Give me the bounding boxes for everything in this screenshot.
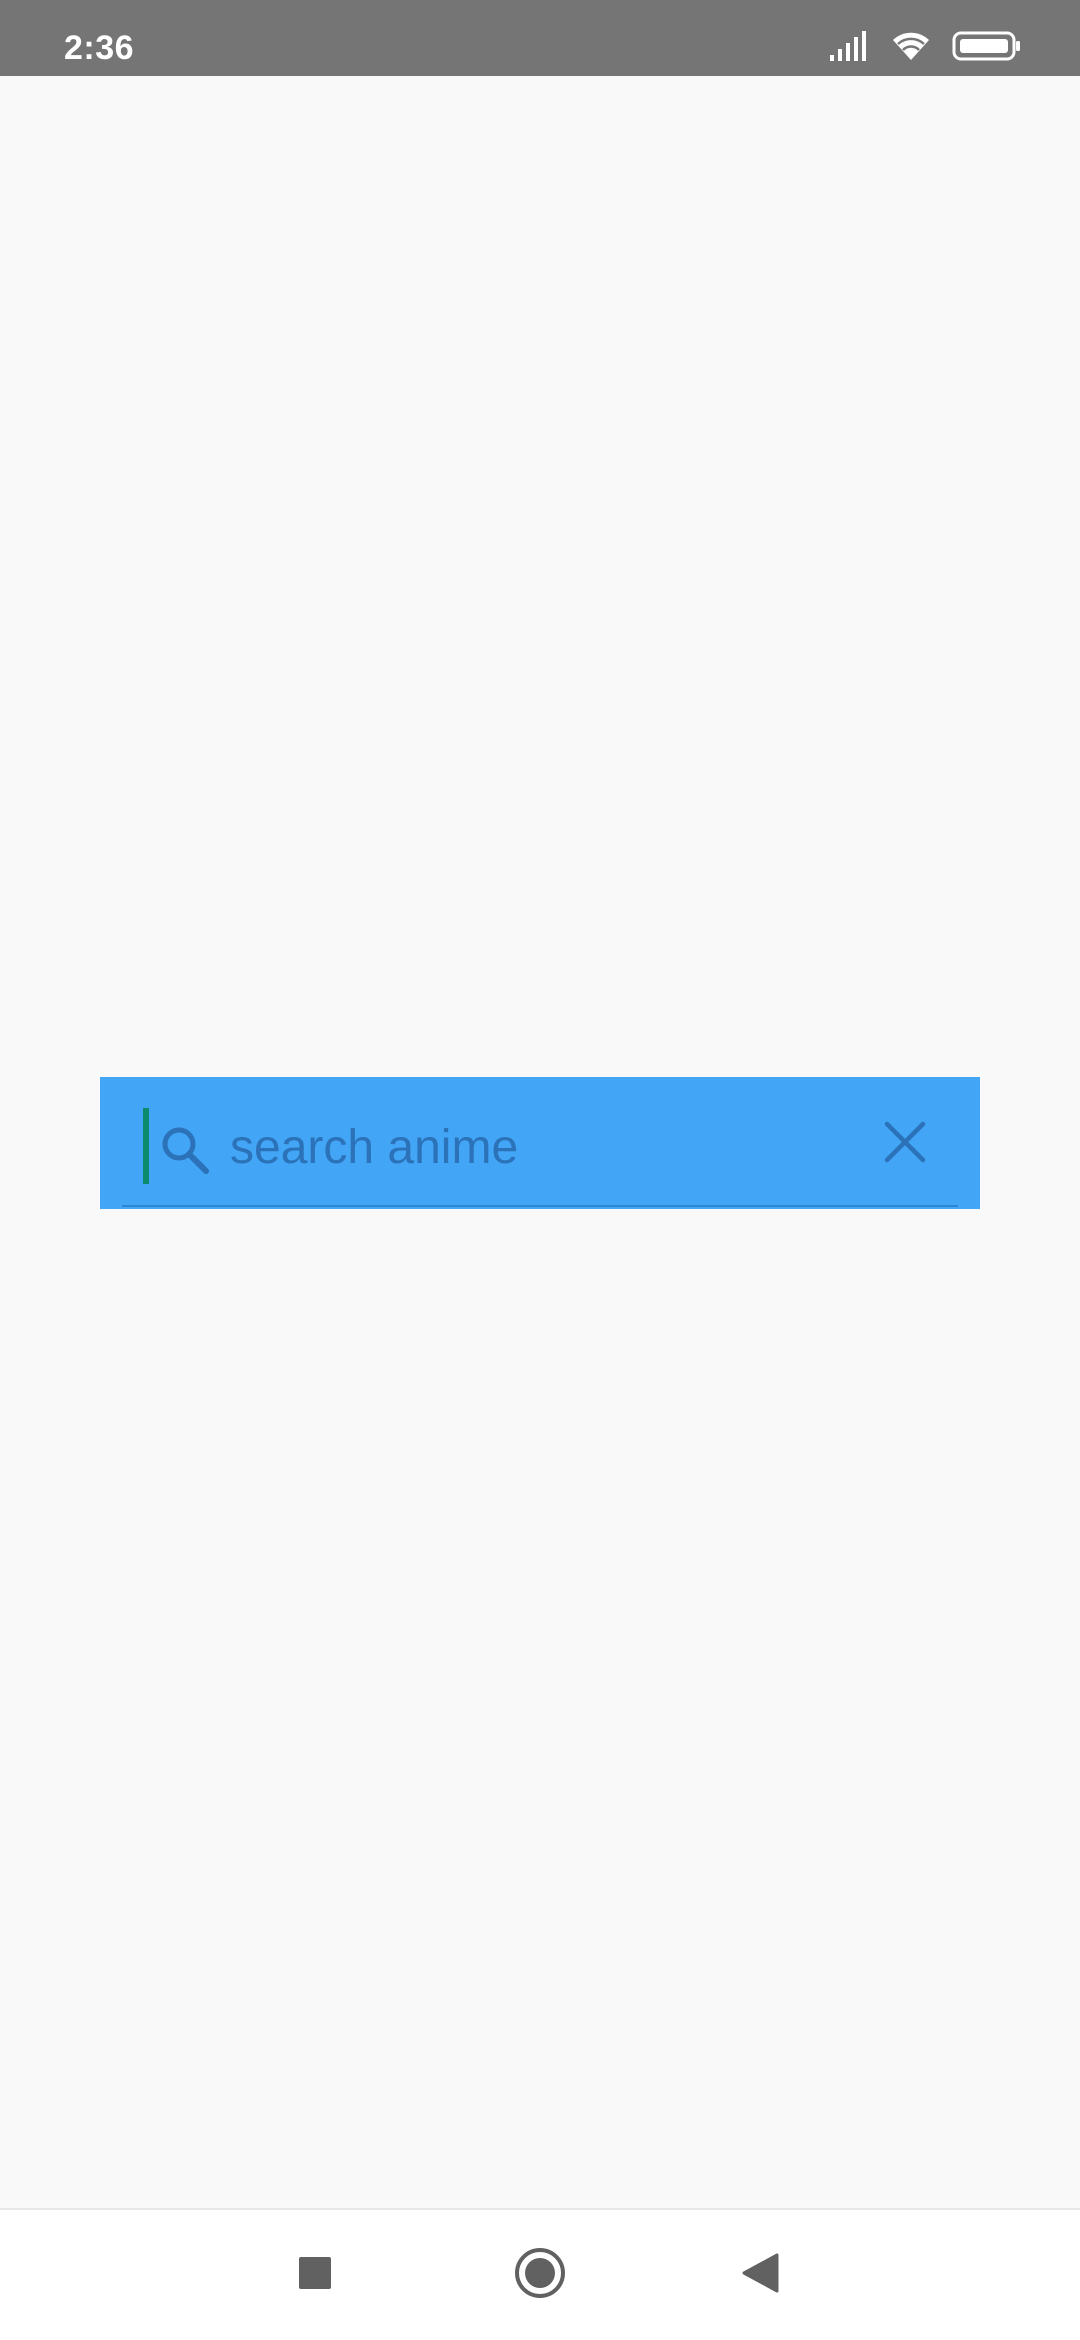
text-cursor bbox=[143, 1108, 149, 1184]
signal-icon bbox=[830, 30, 870, 66]
back-button[interactable] bbox=[720, 2210, 800, 2340]
recents-square-icon bbox=[298, 2256, 332, 2295]
search-input[interactable]: search anime bbox=[230, 1077, 518, 1209]
status-time: 2:36 bbox=[64, 29, 135, 67]
status-icons bbox=[830, 28, 1022, 68]
search-icon bbox=[158, 1123, 212, 1177]
wifi-icon bbox=[890, 30, 932, 67]
recents-button[interactable] bbox=[275, 2210, 355, 2340]
navigation-bar bbox=[0, 2208, 1080, 2340]
home-button[interactable] bbox=[500, 2210, 580, 2340]
search-underline bbox=[122, 1205, 958, 1207]
battery-icon bbox=[952, 30, 1022, 67]
close-icon[interactable] bbox=[882, 1119, 928, 1165]
status-bar: 2:36 bbox=[0, 0, 1080, 76]
search-field[interactable]: search anime bbox=[100, 1077, 980, 1209]
back-triangle-icon bbox=[740, 2252, 780, 2299]
home-circle-icon bbox=[514, 2247, 566, 2304]
